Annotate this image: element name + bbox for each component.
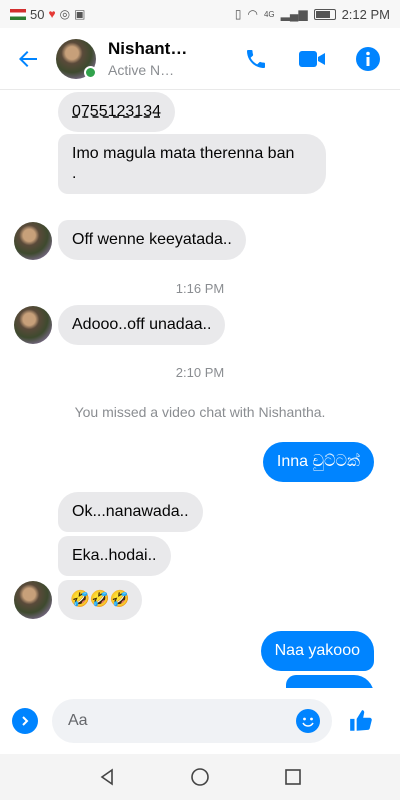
contact-title[interactable]: Nishant… Active N… bbox=[108, 39, 208, 78]
message-text: Naa yakooo bbox=[274, 642, 360, 659]
emoji-button[interactable] bbox=[296, 709, 320, 733]
message-text: Off wenne keeyatada.. bbox=[72, 231, 232, 248]
message-bubble-outgoing-partial[interactable] bbox=[286, 675, 374, 688]
wifi-icon: ◠ bbox=[247, 7, 258, 21]
expand-actions-button[interactable] bbox=[12, 708, 38, 734]
message-bubble[interactable]: Imo magula mata therenna ban . bbox=[58, 134, 326, 194]
signal-icon: ▂▄▆ bbox=[280, 7, 308, 21]
video-call-button[interactable] bbox=[298, 45, 326, 73]
heart-icon: ♥ bbox=[48, 7, 56, 21]
status-left: 50 ♥ ◎ ▣ bbox=[10, 7, 85, 22]
info-icon bbox=[356, 46, 380, 71]
contact-name: Nishant… bbox=[108, 39, 188, 58]
message-bubble[interactable]: Adooo..off unadaa.. bbox=[58, 305, 226, 345]
missed-video-chat-note: You missed a video chat with Nishantha. bbox=[74, 404, 326, 420]
call-button[interactable] bbox=[242, 45, 270, 73]
nav-back-button[interactable] bbox=[87, 757, 127, 797]
message-bubble-phone[interactable]: 0755123134 bbox=[58, 92, 175, 132]
message-bubble[interactable]: Off wenne keeyatada.. bbox=[58, 220, 246, 260]
message-text: Eka..hodai.. bbox=[72, 547, 157, 564]
facebook-icon: ▣ bbox=[74, 7, 86, 21]
message-composer bbox=[0, 688, 400, 754]
nav-home-button[interactable] bbox=[180, 757, 220, 797]
timestamp: 1:16 PM bbox=[175, 281, 225, 296]
like-button[interactable] bbox=[346, 706, 376, 736]
timestamp: 2:10 PM bbox=[175, 365, 225, 380]
status-bar: 50 ♥ ◎ ▣ ▯ ◠ 4G ▂▄▆ 2:12 PM bbox=[0, 0, 400, 28]
header-actions bbox=[242, 45, 400, 73]
circle-home-icon bbox=[191, 768, 209, 786]
back-button[interactable] bbox=[0, 28, 56, 90]
message-input-container[interactable] bbox=[52, 699, 332, 743]
square-recents-icon bbox=[285, 769, 302, 785]
battery-icon bbox=[313, 8, 336, 20]
smiley-icon bbox=[297, 710, 319, 732]
phone-number-link[interactable]: 0755123134 bbox=[72, 103, 161, 120]
message-bubble[interactable]: Ok...nanawada.. bbox=[58, 492, 203, 532]
sender-avatar[interactable] bbox=[14, 222, 52, 260]
message-bubble-outgoing[interactable]: Inna චුට්ටක් bbox=[262, 442, 374, 482]
message-bubble-outgoing[interactable]: Naa yakooo bbox=[260, 631, 374, 671]
contact-status: Active N… bbox=[108, 62, 175, 78]
message-thread[interactable]: 0755123134 Imo magula mata therenna ban … bbox=[0, 90, 400, 688]
message-input[interactable] bbox=[68, 712, 296, 730]
info-button[interactable] bbox=[354, 45, 382, 73]
message-text: Inna චුට්ටක් bbox=[276, 453, 360, 470]
triangle-back-icon bbox=[100, 768, 113, 786]
notification-count: 50 bbox=[30, 6, 45, 22]
message-text: Imo magula mata therenna ban bbox=[72, 145, 295, 162]
system-navigation-bar bbox=[0, 754, 400, 800]
contact-avatar[interactable] bbox=[56, 38, 97, 79]
sender-avatar[interactable] bbox=[14, 581, 52, 619]
online-indicator bbox=[84, 65, 97, 79]
message-text: Ok...nanawada.. bbox=[72, 503, 189, 520]
vibrate-icon: ▯ bbox=[234, 7, 242, 21]
message-emoji: 🤣🤣🤣 bbox=[70, 591, 130, 608]
phone-icon bbox=[247, 49, 265, 68]
conversation-header: Nishant… Active N… bbox=[0, 28, 400, 90]
thumbs-up-icon bbox=[350, 710, 372, 731]
message-bubble[interactable]: Eka..hodai.. bbox=[58, 536, 171, 576]
status-right: ▯ ◠ 4G ▂▄▆ 2:12 PM bbox=[235, 7, 390, 22]
flag-icon bbox=[10, 8, 26, 20]
messenger-icon: ◎ bbox=[59, 7, 71, 21]
message-bubble[interactable]: 🤣🤣🤣 bbox=[58, 580, 142, 620]
chevron-right-icon bbox=[22, 716, 29, 726]
nav-recents-button[interactable] bbox=[273, 757, 313, 797]
arrow-left-icon bbox=[19, 50, 37, 67]
message-text: Adooo..off unadaa.. bbox=[72, 316, 212, 333]
message-text: . bbox=[72, 165, 77, 182]
sender-avatar[interactable] bbox=[14, 306, 52, 344]
network-type: 4G bbox=[263, 9, 275, 19]
video-camera-icon bbox=[299, 50, 325, 67]
clock: 2:12 PM bbox=[341, 6, 390, 22]
